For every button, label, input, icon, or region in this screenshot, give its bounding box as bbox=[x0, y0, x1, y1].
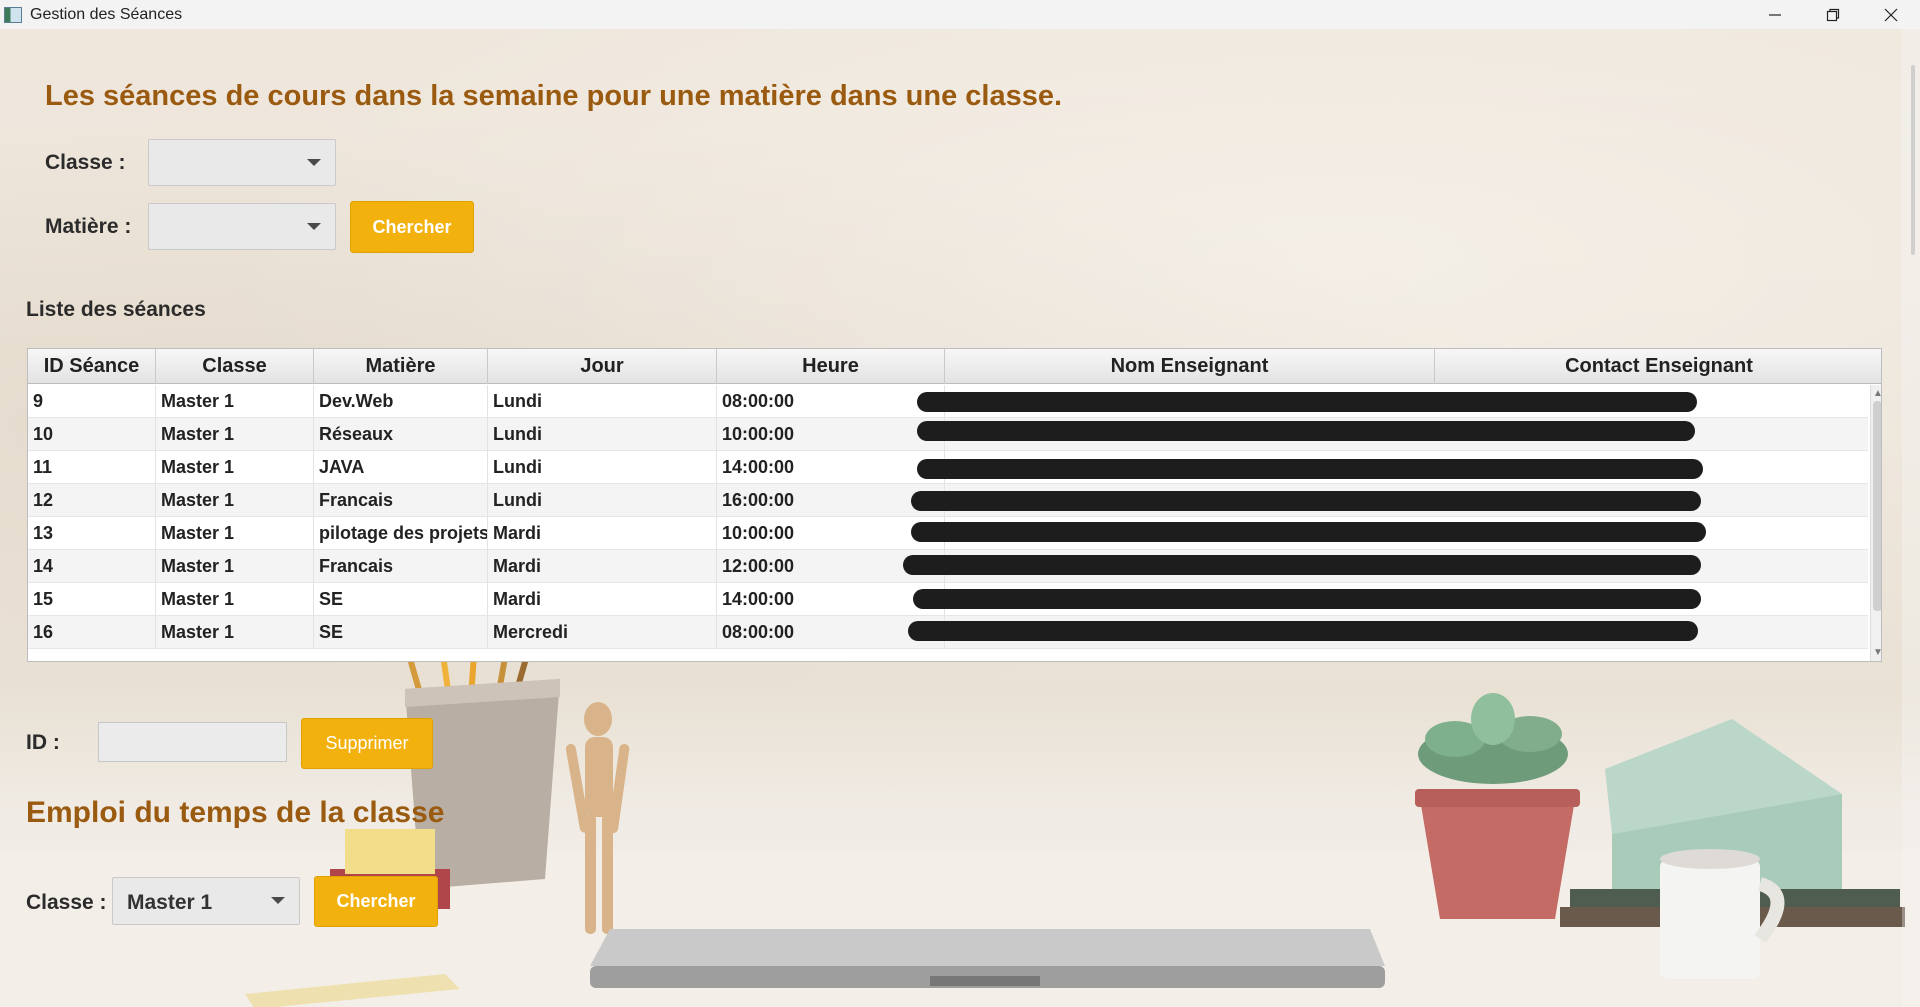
cell-classe: Master 1 bbox=[156, 451, 314, 484]
app-icon bbox=[4, 6, 22, 23]
timetable-title: Emploi du temps de la classe bbox=[26, 796, 445, 829]
sessions-table: ID Séance Classe Matière Jour Heure Nom … bbox=[27, 348, 1882, 662]
redaction-mark bbox=[917, 421, 1695, 441]
table-header: ID Séance Classe Matière Jour Heure Nom … bbox=[28, 349, 1881, 384]
matiere-label: Matière : bbox=[45, 215, 132, 238]
redaction-mark bbox=[903, 555, 1701, 575]
column-header-nom-enseignant[interactable]: Nom Enseignant bbox=[945, 349, 1435, 384]
cell-matiere: JAVA bbox=[314, 451, 488, 484]
column-header-contact-enseignant[interactable]: Contact Enseignant bbox=[1435, 349, 1881, 384]
cell-matiere: Réseaux bbox=[314, 418, 488, 451]
cell-id: 12 bbox=[28, 484, 156, 517]
table-row[interactable]: 10 Master 1 Réseaux Lundi 10:00:00 bbox=[28, 418, 1868, 451]
column-header-id[interactable]: ID Séance bbox=[28, 349, 156, 384]
cell-jour: Lundi bbox=[488, 484, 717, 517]
cell-id: 15 bbox=[28, 583, 156, 616]
maximize-button[interactable] bbox=[1804, 0, 1862, 29]
cell-matiere: Francais bbox=[314, 550, 488, 583]
cell-heure: 14:00:00 bbox=[717, 583, 945, 616]
window-titlebar: Gestion des Séances bbox=[0, 0, 1920, 29]
cell-heure: 14:00:00 bbox=[717, 451, 945, 484]
cell-matiere: pilotage des projets bbox=[314, 517, 488, 550]
cell-classe: Master 1 bbox=[156, 484, 314, 517]
chevron-down-icon bbox=[271, 897, 285, 904]
cell-matiere: Dev.Web bbox=[314, 385, 488, 418]
table-row[interactable]: 16 Master 1 SE Mercredi 08:00:00 bbox=[28, 616, 1868, 649]
matiere-select[interactable] bbox=[148, 203, 336, 250]
window-controls bbox=[1746, 0, 1920, 29]
table-scrollbar-thumb[interactable] bbox=[1873, 401, 1881, 611]
cell-classe: Master 1 bbox=[156, 418, 314, 451]
cell-id: 14 bbox=[28, 550, 156, 583]
column-header-matiere[interactable]: Matière bbox=[314, 349, 488, 384]
page-title: Les séances de cours dans la semaine pou… bbox=[45, 80, 1063, 112]
classe-select[interactable] bbox=[148, 139, 336, 186]
cell-heure: 10:00:00 bbox=[717, 418, 945, 451]
table-body: 9 Master 1 Dev.Web Lundi 08:00:00 10 Mas… bbox=[28, 385, 1868, 649]
timetable-classe-select[interactable]: Master 1 bbox=[112, 877, 300, 925]
timetable-search-button[interactable]: Chercher bbox=[314, 876, 438, 927]
table-row[interactable]: 12 Master 1 Francais Lundi 16:00:00 bbox=[28, 484, 1868, 517]
scroll-down-icon[interactable]: ▼ bbox=[1873, 647, 1881, 658]
cell-jour: Mardi bbox=[488, 517, 717, 550]
cell-id: 13 bbox=[28, 517, 156, 550]
cell-matiere: SE bbox=[314, 616, 488, 649]
close-button[interactable] bbox=[1862, 0, 1920, 29]
chevron-down-icon bbox=[307, 159, 321, 166]
chevron-down-icon bbox=[307, 223, 321, 230]
cell-jour: Mardi bbox=[488, 583, 717, 616]
sessions-list-title: Liste des séances bbox=[26, 298, 206, 321]
plant-pot-illustration bbox=[1415, 693, 1580, 919]
cell-classe: Master 1 bbox=[156, 550, 314, 583]
search-button[interactable]: Chercher bbox=[350, 201, 474, 253]
cell-jour: Lundi bbox=[488, 418, 717, 451]
minimize-icon bbox=[1769, 13, 1781, 16]
redaction-mark bbox=[908, 621, 1698, 641]
cell-id: 11 bbox=[28, 451, 156, 484]
redaction-mark bbox=[917, 459, 1703, 479]
cell-jour: Lundi bbox=[488, 451, 717, 484]
minimize-button[interactable] bbox=[1746, 0, 1804, 29]
cell-jour: Lundi bbox=[488, 385, 717, 418]
cell-matiere: Francais bbox=[314, 484, 488, 517]
redaction-mark bbox=[913, 589, 1701, 609]
column-header-jour[interactable]: Jour bbox=[488, 349, 717, 384]
cell-matiere: SE bbox=[314, 583, 488, 616]
cell-classe: Master 1 bbox=[156, 385, 314, 418]
table-row[interactable]: 11 Master 1 JAVA Lundi 14:00:00 bbox=[28, 451, 1868, 484]
cell-id: 10 bbox=[28, 418, 156, 451]
table-row[interactable]: 13 Master 1 pilotage des projets Mardi 1… bbox=[28, 517, 1868, 550]
cell-jour: Mardi bbox=[488, 550, 717, 583]
cell-id: 9 bbox=[28, 385, 156, 418]
window-scrollbar-thumb[interactable] bbox=[1911, 65, 1915, 255]
close-icon bbox=[1884, 8, 1898, 21]
window-title: Gestion des Séances bbox=[30, 5, 183, 23]
table-scrollbar[interactable]: ▲ ▼ bbox=[1870, 385, 1881, 661]
delete-button[interactable]: Supprimer bbox=[301, 718, 433, 769]
cell-heure: 08:00:00 bbox=[717, 385, 945, 418]
id-label: ID : bbox=[26, 731, 60, 754]
redaction-mark bbox=[911, 522, 1706, 542]
scroll-up-icon[interactable]: ▲ bbox=[1873, 388, 1881, 399]
column-header-heure[interactable]: Heure bbox=[717, 349, 945, 384]
cell-classe: Master 1 bbox=[156, 616, 314, 649]
mug-illustration bbox=[1660, 849, 1785, 979]
redaction-mark bbox=[917, 392, 1697, 412]
table-row[interactable]: 15 Master 1 SE Mardi 14:00:00 bbox=[28, 583, 1868, 616]
cell-jour: Mercredi bbox=[488, 616, 717, 649]
cell-classe: Master 1 bbox=[156, 517, 314, 550]
restore-icon bbox=[1826, 8, 1840, 21]
table-row[interactable]: 9 Master 1 Dev.Web Lundi 08:00:00 bbox=[28, 385, 1868, 418]
laptop-illustration bbox=[590, 929, 1385, 988]
column-header-classe[interactable]: Classe bbox=[156, 349, 314, 384]
redaction-mark bbox=[911, 491, 1701, 511]
timetable-classe-label: Classe : bbox=[26, 891, 107, 914]
cell-id: 16 bbox=[28, 616, 156, 649]
table-row[interactable]: 14 Master 1 Francais Mardi 12:00:00 bbox=[28, 550, 1868, 583]
timetable-classe-select-value: Master 1 bbox=[127, 891, 213, 914]
id-input[interactable] bbox=[98, 722, 287, 762]
cell-classe: Master 1 bbox=[156, 583, 314, 616]
classe-label: Classe : bbox=[45, 151, 126, 174]
